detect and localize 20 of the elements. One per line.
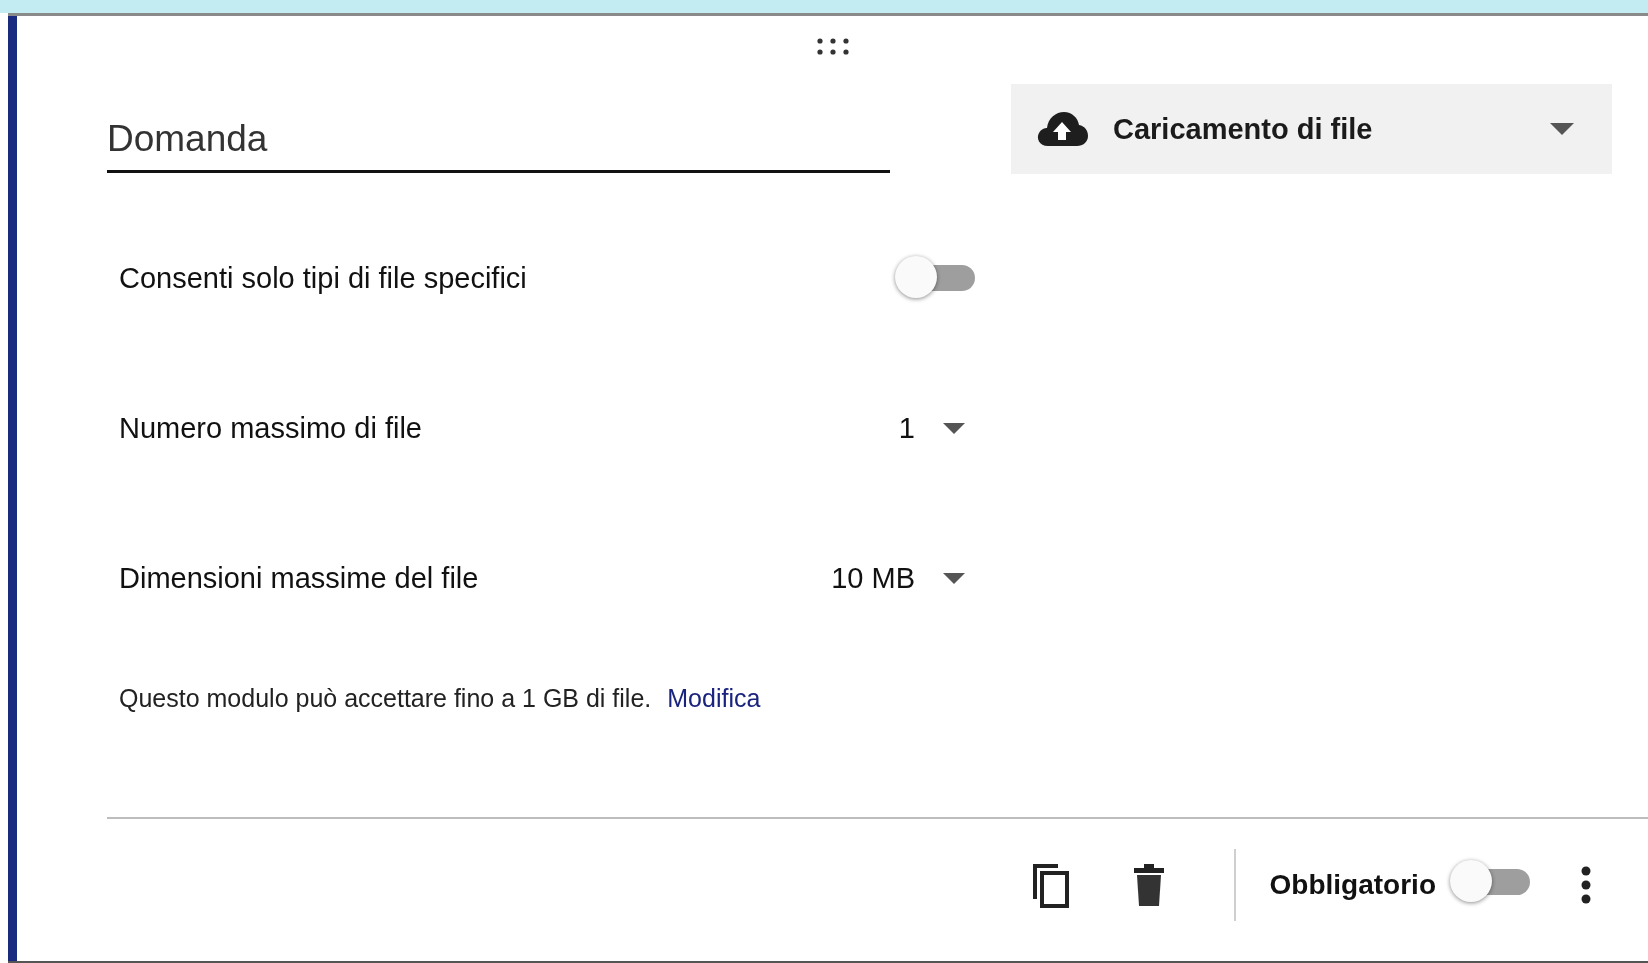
- caret-icon: [1550, 123, 1574, 135]
- more-options-icon[interactable]: [1580, 866, 1592, 904]
- setting-label: Consenti solo tipi di file specifici: [119, 262, 527, 295]
- toggle-switch[interactable]: [895, 256, 977, 300]
- required-toggle[interactable]: [1450, 860, 1532, 904]
- question-type-label: Caricamento di file: [1113, 112, 1374, 146]
- question-input-field[interactable]: Domanda: [107, 106, 890, 173]
- edit-link[interactable]: Modifica: [667, 684, 761, 713]
- storage-note: Questo modulo può accettare fino a 1 GB di file.: [119, 684, 652, 713]
- required-label: Obbligatorio: [1269, 869, 1436, 901]
- question-type-dropdown[interactable]: Caricamento di file: [1011, 84, 1612, 174]
- cloud-upload-icon: [1036, 110, 1088, 148]
- trash-icon[interactable]: [1133, 864, 1164, 906]
- drag-handle-icon[interactable]: [815, 37, 850, 57]
- setting-label: Dimensioni massime del file: [119, 562, 479, 595]
- caret-icon: [943, 573, 965, 584]
- caret-icon: [943, 423, 965, 434]
- value-dropdown[interactable]: 1: [898, 412, 977, 445]
- value-dropdown[interactable]: 10 MB: [831, 562, 977, 595]
- setting-label: Numero massimo di file: [119, 412, 422, 445]
